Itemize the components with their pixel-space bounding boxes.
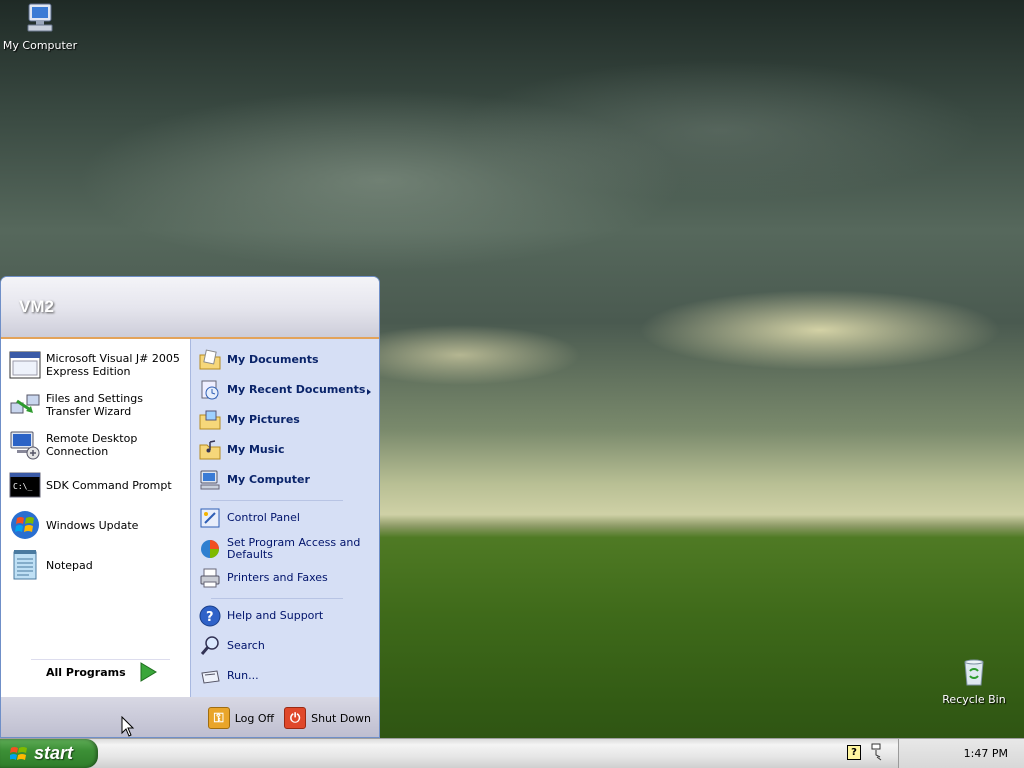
start-menu-footer: ⚿ Log Off ⏻ Shut Down xyxy=(1,697,379,737)
place-my-music[interactable]: My Music xyxy=(199,439,374,461)
start-menu-header: VM2 xyxy=(1,277,379,339)
svg-text:?: ? xyxy=(206,610,214,625)
desktop-icon-my-computer[interactable]: My Computer xyxy=(0,2,80,52)
tool-run[interactable]: Run... xyxy=(199,665,374,687)
command-prompt-icon: C:\_ xyxy=(9,472,41,498)
desktop-icon-recycle-bin[interactable]: Recycle Bin xyxy=(934,656,1014,706)
recent-documents-icon xyxy=(201,380,219,400)
all-programs-separator xyxy=(31,659,170,660)
program-defaults-icon xyxy=(201,540,219,558)
power-icon: ⏻ xyxy=(284,707,307,729)
system-tray: ? 1:47 PM xyxy=(847,739,1024,768)
network-tray-icon[interactable] xyxy=(871,743,883,761)
tool-search[interactable]: Search xyxy=(199,635,374,657)
computer-icon xyxy=(27,3,53,32)
place-my-pictures[interactable]: My Pictures xyxy=(199,409,374,431)
program-sdk-command-prompt[interactable]: C:\_ SDK Command Prompt xyxy=(9,469,187,501)
place-my-recent-documents[interactable]: My Recent Documents xyxy=(199,379,379,401)
setting-control-panel[interactable]: Control Panel xyxy=(199,507,374,529)
start-menu-body: Microsoft Visual J# 2005 Express Edition… xyxy=(1,339,379,697)
help-tray-icon[interactable]: ? xyxy=(847,745,861,760)
mouse-cursor-icon xyxy=(121,716,135,737)
tool-help-support[interactable]: ? Help and Support xyxy=(199,605,374,627)
setting-printers-faxes[interactable]: Printers and Faxes xyxy=(199,567,374,589)
taskbar: start ? 1:47 PM xyxy=(0,738,1024,768)
program-remote-desktop[interactable]: Remote Desktop Connection xyxy=(9,429,187,461)
control-panel-icon xyxy=(200,508,220,528)
program-notepad[interactable]: Notepad xyxy=(9,549,187,581)
start-menu: VM2 Microsoft Visual J# 2005 Express Edi… xyxy=(0,276,380,738)
all-programs-button[interactable]: All Programs xyxy=(33,661,183,683)
key-icon: ⚿ xyxy=(207,707,230,729)
setting-program-access-defaults[interactable]: Set Program Access and Defaults xyxy=(199,537,374,561)
start-button[interactable]: start xyxy=(0,739,98,768)
search-icon xyxy=(200,636,219,655)
program-windows-update[interactable]: Windows Update xyxy=(9,509,187,541)
menu-separator xyxy=(211,598,343,599)
pinned-programs-pane: Microsoft Visual J# 2005 Express Edition… xyxy=(1,339,190,697)
place-my-computer[interactable]: My Computer xyxy=(199,469,374,491)
folder-pictures-icon xyxy=(199,410,221,430)
shut-down-button[interactable]: ⏻ Shut Down xyxy=(284,707,371,729)
run-icon xyxy=(201,670,220,684)
windows-logo-icon xyxy=(10,746,27,760)
folder-documents-icon xyxy=(199,349,221,370)
notepad-icon xyxy=(13,550,37,580)
folder-music-icon xyxy=(199,440,221,460)
program-transfer-wizard[interactable]: Files and Settings Transfer Wizard xyxy=(9,389,187,421)
places-pane: My Documents My Recent Documents My Pict… xyxy=(190,339,379,697)
desktop-icon-label: My Computer xyxy=(2,39,78,52)
user-name: VM2 xyxy=(19,297,54,316)
clock[interactable]: 1:47 PM xyxy=(964,747,1008,760)
windows-update-icon xyxy=(11,511,39,539)
transfer-wizard-icon xyxy=(10,394,40,414)
log-off-button[interactable]: ⚿ Log Off xyxy=(207,707,274,729)
menu-separator xyxy=(211,500,343,501)
help-icon: ? xyxy=(199,605,221,627)
submenu-arrow-icon xyxy=(367,389,371,395)
play-arrow-icon xyxy=(140,662,157,682)
place-my-documents[interactable]: My Documents xyxy=(199,349,374,371)
svg-text:C:\_: C:\_ xyxy=(13,482,32,491)
desktop-icon-label: Recycle Bin xyxy=(942,693,1006,706)
visual-jsharp-icon xyxy=(9,351,41,379)
recycle-bin-icon xyxy=(964,659,984,686)
remote-desktop-icon xyxy=(10,431,40,460)
computer-icon xyxy=(200,470,220,490)
printer-icon xyxy=(200,568,220,588)
program-visual-jsharp[interactable]: Microsoft Visual J# 2005 Express Edition xyxy=(9,349,187,381)
